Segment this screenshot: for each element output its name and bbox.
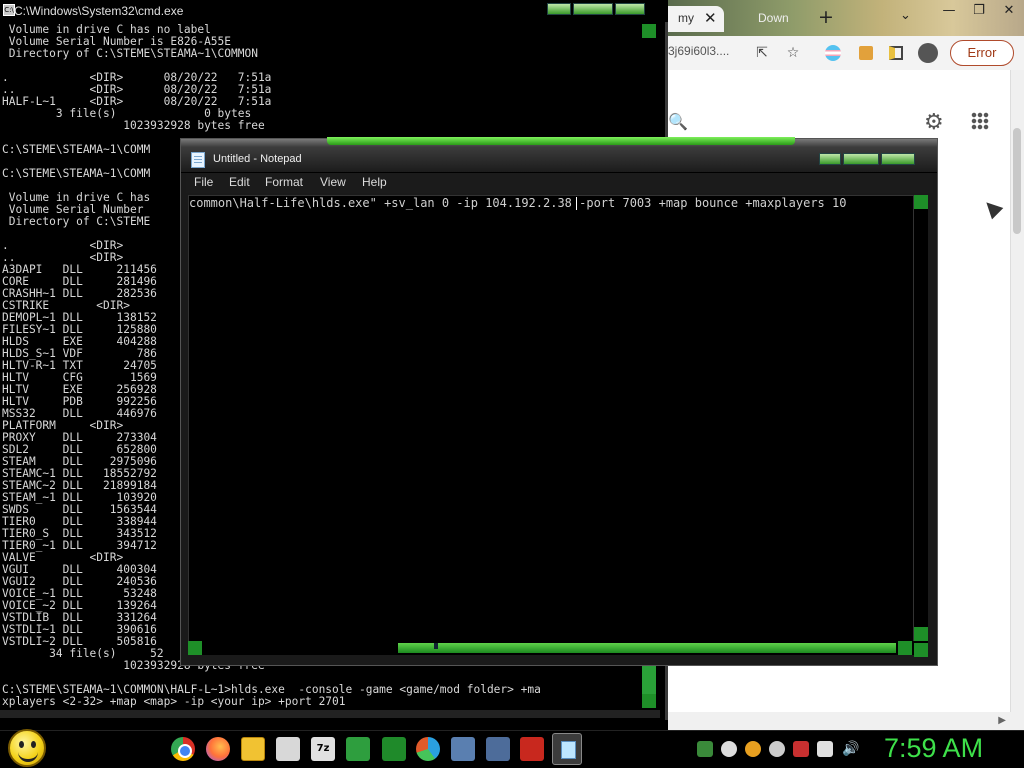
notepad-vertical-scrollbar[interactable] bbox=[914, 195, 928, 643]
menu-edit[interactable]: Edit bbox=[229, 175, 250, 189]
browser-tab-down[interactable]: Down bbox=[758, 6, 806, 32]
browser-window-controls: — ❐ ✕ bbox=[934, 0, 1024, 22]
browser-horizontal-scrollbar[interactable]: ▶ bbox=[668, 712, 1024, 730]
minimize-button[interactable] bbox=[819, 153, 841, 165]
resize-grip[interactable] bbox=[914, 643, 928, 657]
notepad-horizontal-scrollbar[interactable] bbox=[188, 641, 914, 655]
browser-tab-strip: my ✕ Down + ⌄ — ❐ ✕ bbox=[668, 0, 1024, 36]
scrollbar-grip-icon bbox=[434, 643, 438, 649]
tab-label: my bbox=[678, 11, 694, 25]
chrome-icon[interactable] bbox=[171, 737, 195, 761]
titlebar-glow-decoration bbox=[327, 137, 795, 145]
profile-avatar-icon[interactable] bbox=[918, 43, 938, 63]
scrollbar-thumb[interactable] bbox=[642, 666, 656, 694]
scrollbar-thumb[interactable] bbox=[1013, 128, 1021, 234]
chevron-down-icon[interactable]: ⌄ bbox=[900, 8, 911, 23]
gear-icon[interactable]: ⚙ bbox=[924, 110, 944, 135]
maximize-button[interactable] bbox=[843, 153, 879, 165]
notepad-window[interactable]: Untitled - Notepad File Edit Format View… bbox=[180, 137, 938, 666]
network-app-icon[interactable] bbox=[451, 737, 475, 761]
notepad-taskbar-icon[interactable] bbox=[552, 733, 582, 765]
scroll-right-arrow-icon[interactable]: ▶ bbox=[998, 715, 1006, 726]
menu-file[interactable]: File bbox=[194, 175, 213, 189]
minimize-button[interactable] bbox=[547, 3, 571, 15]
tab-label: Down bbox=[758, 11, 789, 25]
scroll-down-button[interactable] bbox=[914, 627, 928, 641]
console-line: xplayers <2-32> +map <map> -ip <your ip>… bbox=[2, 695, 346, 708]
taskbar-clock[interactable]: 7:59 AM bbox=[884, 733, 983, 764]
error-button[interactable]: Error bbox=[950, 40, 1014, 66]
start-button-smiley-icon[interactable] bbox=[8, 729, 46, 767]
firefox-icon[interactable] bbox=[206, 737, 230, 761]
tray-search-icon[interactable] bbox=[745, 741, 761, 757]
restore-icon[interactable]: ❐ bbox=[964, 0, 994, 22]
console-line: Directory of C:\STEME\STEAMA~1\COMMON bbox=[2, 47, 258, 60]
scroll-down-button[interactable] bbox=[642, 694, 656, 708]
cmd-window-controls bbox=[547, 3, 645, 15]
scroll-left-button[interactable] bbox=[188, 641, 202, 655]
notepad-menubar: File Edit Format View Help bbox=[186, 173, 933, 193]
scroll-right-button[interactable] bbox=[898, 641, 912, 655]
close-tab-icon[interactable]: ✕ bbox=[704, 9, 717, 27]
scrollbar-thumb[interactable] bbox=[398, 643, 896, 653]
close-button[interactable] bbox=[881, 153, 915, 165]
tray-network-icon[interactable] bbox=[697, 741, 713, 757]
side-panel-icon[interactable] bbox=[886, 43, 906, 63]
scroll-up-button[interactable] bbox=[914, 195, 928, 209]
cmd-title: C:\Windows\System32\cmd.exe bbox=[14, 4, 184, 18]
scroll-up-button[interactable] bbox=[642, 24, 656, 38]
bookmark-star-icon[interactable]: ☆ bbox=[783, 43, 803, 63]
extensions-puzzle-icon[interactable] bbox=[856, 43, 876, 63]
cmd-bottom-border bbox=[0, 710, 660, 718]
menu-format[interactable]: Format bbox=[265, 175, 303, 189]
text-caret bbox=[576, 197, 577, 210]
tray-minus-icon[interactable] bbox=[769, 741, 785, 757]
notepad-app-icon[interactable] bbox=[191, 152, 205, 168]
menu-help[interactable]: Help bbox=[362, 175, 387, 189]
minimize-icon[interactable]: — bbox=[934, 0, 964, 22]
flag-extension-icon[interactable] bbox=[823, 43, 843, 63]
tool-app-icon[interactable] bbox=[276, 737, 300, 761]
notepad-content[interactable]: common\Half-Life\hlds.exe" +sv_lan 0 -ip… bbox=[189, 196, 846, 210]
new-tab-icon[interactable]: + bbox=[818, 6, 834, 28]
menu-view[interactable]: View bbox=[320, 175, 346, 189]
close-icon[interactable]: ✕ bbox=[994, 0, 1024, 22]
volume-icon[interactable]: 🔊 bbox=[842, 741, 859, 757]
7zip-icon[interactable]: 7z bbox=[311, 737, 335, 761]
notepad-text-area[interactable]: common\Half-Life\hlds.exe" +sv_lan 0 -ip… bbox=[188, 195, 914, 643]
taskbar: 7z 🔊 7:59 AM bbox=[0, 729, 1024, 768]
notepad-window-controls bbox=[819, 153, 915, 165]
green-app-icon[interactable] bbox=[346, 737, 370, 761]
apps-grid-icon[interactable] bbox=[971, 112, 989, 130]
file-explorer-icon[interactable] bbox=[241, 737, 265, 761]
notepad-titlebar[interactable]: Untitled - Notepad bbox=[181, 137, 937, 173]
address-bar[interactable]: 3j69i60l3.... bbox=[668, 44, 729, 58]
calculator-icon[interactable] bbox=[486, 737, 510, 761]
close-button[interactable] bbox=[615, 3, 645, 15]
tray-display-icon[interactable] bbox=[817, 741, 833, 757]
red-app-icon[interactable] bbox=[520, 737, 544, 761]
notepad-title: Untitled - Notepad bbox=[213, 153, 302, 165]
green-app-2-icon[interactable] bbox=[382, 737, 406, 761]
share-icon[interactable]: ⇱ bbox=[752, 43, 772, 63]
maximize-button[interactable] bbox=[573, 3, 613, 15]
cmd-titlebar[interactable]: C:\ C:\Windows\System32\cmd.exe bbox=[0, 0, 668, 22]
browser-app-icon[interactable] bbox=[416, 737, 440, 761]
tray-alert-icon[interactable] bbox=[793, 741, 809, 757]
console-line: 1023932928 bytes free bbox=[2, 119, 265, 132]
browser-tab-active[interactable]: my ✕ bbox=[668, 6, 724, 32]
tray-app-icon[interactable] bbox=[721, 741, 737, 757]
search-icon[interactable]: 🔍 bbox=[668, 112, 688, 131]
